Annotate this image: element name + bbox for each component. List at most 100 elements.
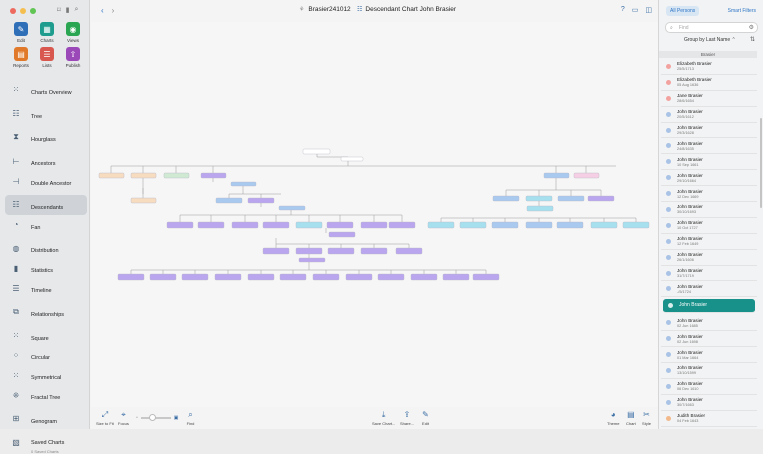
person-row[interactable]: John Brasier 06 Dec 1610 (661, 379, 757, 395)
person-box[interactable] (262, 247, 290, 255)
group-by-popup[interactable]: Group by Last Name ⌃ (684, 37, 736, 43)
forward-icon[interactable]: › (112, 6, 115, 15)
person-row[interactable]: John Brasier 02 Jun 1685 (661, 315, 757, 332)
gear-icon[interactable]: ⚙ (749, 24, 754, 31)
window-layout-icon[interactable]: ▭ (632, 6, 639, 14)
close-window-button[interactable] (10, 8, 16, 14)
person-box[interactable] (345, 273, 373, 281)
person-row[interactable]: John Brasier 26/1/1606 (661, 250, 757, 266)
person-box[interactable] (130, 172, 157, 179)
tool-views[interactable]: ◉ Views (60, 22, 86, 43)
person-row[interactable]: Jane Brasier 28/6/1654 (661, 91, 757, 107)
person-box[interactable] (622, 221, 650, 229)
tab-smart-filters[interactable]: Smart Filters (724, 6, 760, 16)
person-row[interactable]: John Brasier 30/7/1663 (661, 395, 757, 411)
sidebar-item-tree[interactable]: ☷ Tree (5, 104, 87, 124)
person-box[interactable] (327, 247, 355, 255)
chart-canvas[interactable] (91, 22, 658, 407)
sidebar-item-distribution[interactable]: ◍ Distribution (5, 239, 87, 259)
person-box[interactable] (573, 172, 600, 179)
zoom-window-button[interactable] (30, 8, 36, 14)
person-box[interactable] (590, 221, 618, 229)
person-box[interactable] (163, 172, 190, 179)
person-box[interactable] (262, 221, 290, 229)
zoom-slider[interactable] (140, 414, 171, 422)
scrollbar[interactable] (760, 118, 762, 208)
person-box[interactable] (130, 197, 157, 204)
person-box[interactable] (149, 273, 177, 281)
theme-button[interactable]: ◕ Theme (607, 410, 619, 426)
person-box[interactable] (214, 273, 242, 281)
search-icon[interactable]: ⌕ (74, 6, 78, 14)
sidebar-item-circular[interactable]: ⁘ Circular (5, 346, 87, 366)
person-box[interactable] (181, 273, 209, 281)
size-to-fit-button[interactable]: ⤢ Size to Fit (96, 410, 114, 427)
person-row[interactable]: John Brasier 31/7/1719 (661, 266, 757, 282)
chart-options-button[interactable]: ▤ Chart (626, 410, 636, 426)
person-row[interactable]: John Brasier 10 Sep 1661 (661, 154, 757, 171)
person-box[interactable] (298, 257, 326, 263)
person-box[interactable] (526, 205, 554, 212)
zoom-slider-knob[interactable] (148, 414, 156, 422)
person-box[interactable] (231, 221, 259, 229)
person-box[interactable] (295, 221, 323, 229)
person-row[interactable]: John Brasier -/5/1724 (661, 281, 757, 298)
person-row[interactable]: John Brasier 02 Jun 1698 (661, 331, 757, 348)
minimize-window-button[interactable] (20, 8, 26, 14)
tag-icon[interactable]: ⌑ (57, 6, 61, 14)
person-box[interactable] (247, 273, 275, 281)
person-row[interactable]: John Brasier 24/8/1635 (661, 138, 757, 155)
person-box[interactable] (279, 273, 307, 281)
zoom-out-icon[interactable]: ▫ (136, 415, 138, 421)
person-box[interactable] (472, 273, 500, 281)
person-row[interactable]: John Brasier 01 Mar 1664 (661, 347, 757, 364)
sidebar-item-statistics[interactable]: ▮ Statistics (5, 258, 87, 278)
bookmark-icon[interactable]: ▮ (66, 6, 70, 14)
root-person-box[interactable] (302, 148, 331, 155)
person-box[interactable] (427, 221, 455, 229)
sidebar-item-square[interactable]: ⁙ Square (5, 326, 87, 346)
save-chart-button[interactable]: ⤓ Save Chart... (372, 410, 395, 427)
person-row[interactable]: Elizabeth Brasier 25/5/1713 (661, 59, 757, 75)
sidebar-item-fractal-tree[interactable]: ⁜ Fractal Tree (5, 385, 87, 405)
person-box[interactable] (328, 231, 356, 238)
person-row[interactable]: John Brasier 29/10/1664 (661, 170, 757, 187)
person-box[interactable] (491, 221, 519, 229)
share-button[interactable]: ⇪ Share... (400, 410, 414, 426)
tool-reports[interactable]: ▤ Reports (8, 47, 34, 68)
sidebar-item-relationships[interactable]: ⧉ Relationships (5, 302, 87, 322)
person-row[interactable]: John Brasier 12 Feb 1649 (661, 234, 757, 250)
sidebar-item-ancestors[interactable]: ⊢ Ancestors (5, 151, 87, 171)
sort-icon[interactable]: ⇅ (750, 36, 755, 43)
person-box[interactable] (230, 181, 257, 187)
find-field[interactable]: ⌕ Find ⚙ (665, 22, 758, 33)
person-box[interactable] (247, 197, 275, 204)
edit-chart-button[interactable]: ✎ Edit (421, 410, 430, 426)
sidebar-item-fan[interactable]: ◔ Fan (5, 215, 87, 235)
person-row[interactable]: Judith Brasier 04 Feb 1643 (661, 411, 757, 427)
tool-charts[interactable]: ▦ Charts (34, 22, 60, 43)
person-box[interactable] (442, 273, 470, 281)
sidebar-item-double-ancestor[interactable]: ⊣ Double Ancestor (5, 171, 87, 191)
tab-all-persons[interactable]: All Persons (666, 6, 700, 16)
tool-lists[interactable]: ☰ Lists (34, 47, 60, 68)
person-box[interactable] (525, 221, 553, 229)
person-box[interactable] (117, 273, 145, 281)
person-box[interactable] (525, 195, 553, 202)
find-button[interactable]: ⌕ Find (186, 410, 195, 427)
person-box[interactable] (340, 156, 364, 162)
back-icon[interactable]: ‹ (101, 6, 104, 15)
person-box[interactable] (295, 247, 323, 255)
person-row[interactable]: John Brasier 13/10/1599 (661, 363, 757, 379)
person-box[interactable] (556, 221, 584, 229)
person-row[interactable]: John Brasier 30/10/1693 (661, 202, 757, 218)
help-icon[interactable]: ? (621, 6, 625, 14)
person-box[interactable] (312, 273, 340, 281)
person-box[interactable] (459, 221, 487, 229)
sidebar-item-genogram[interactable]: ⊞ Genogram (5, 409, 87, 429)
sidebar-item-timeline[interactable]: ☰ Timeline (5, 278, 87, 298)
person-box[interactable] (543, 172, 570, 179)
sidebar-toggle-icon[interactable]: ◫ (645, 6, 652, 14)
sidebar-item-charts-overview[interactable]: ⁙ Charts Overview (5, 80, 87, 100)
tool-edit[interactable]: ✎ Edit (8, 22, 34, 43)
